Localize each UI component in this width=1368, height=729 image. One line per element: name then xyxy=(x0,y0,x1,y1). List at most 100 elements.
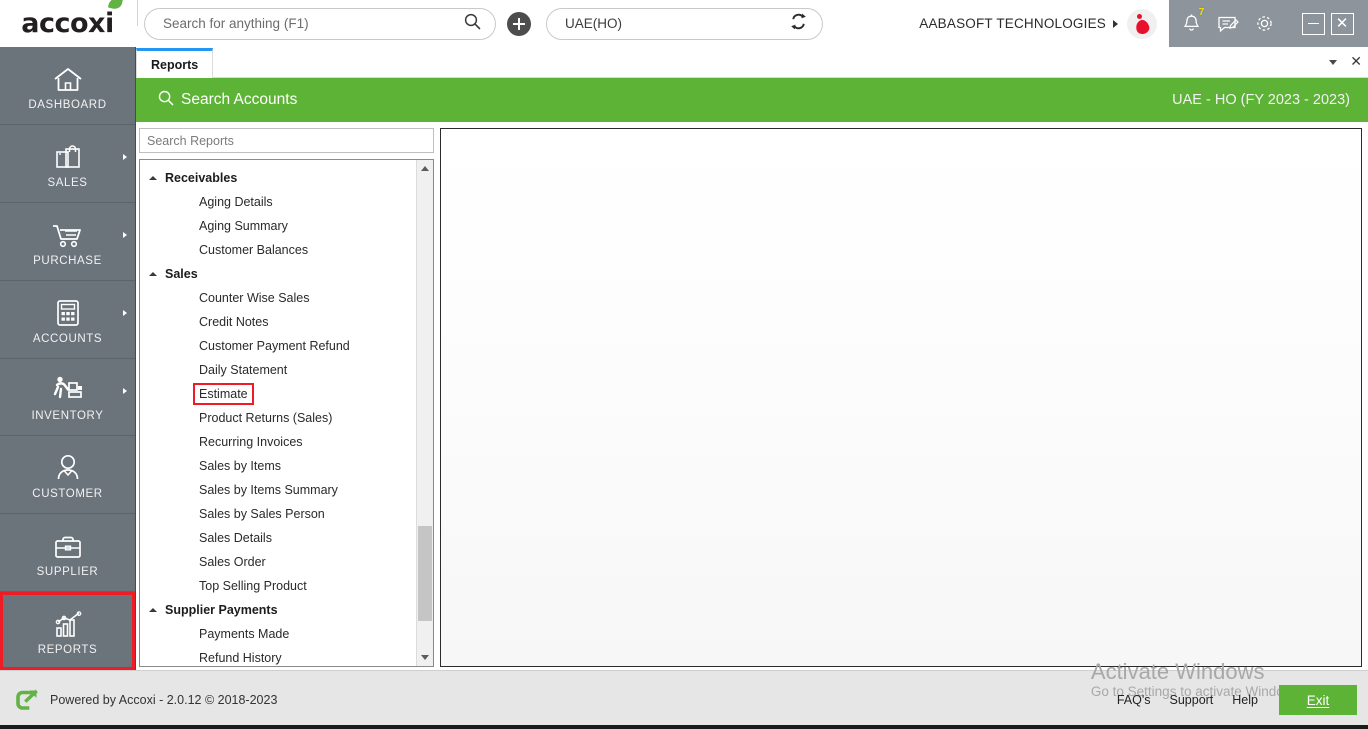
tree-item-sales-by-items[interactable]: Sales by Items xyxy=(140,454,416,478)
scrollbar-thumb[interactable] xyxy=(418,526,432,621)
avatar[interactable] xyxy=(1127,8,1157,39)
tree-group-label: Sales xyxy=(165,267,198,281)
tree-item-credit-notes[interactable]: Credit Notes xyxy=(140,310,416,334)
sidebar-item-purchase[interactable]: PURCHASE xyxy=(0,203,135,281)
tree-group-sales[interactable]: Sales xyxy=(140,262,416,286)
report-search-input[interactable] xyxy=(147,133,426,148)
search-icon[interactable] xyxy=(464,13,481,35)
tree-item-customer-balances[interactable]: Customer Balances xyxy=(140,238,416,262)
scroll-up-button[interactable] xyxy=(417,160,433,177)
tree-item-recurring-invoices[interactable]: Recurring Invoices xyxy=(140,430,416,454)
close-button[interactable]: ✕ xyxy=(1330,12,1354,35)
sidebar-label-supplier: SUPPLIER xyxy=(36,566,99,579)
logo-divider xyxy=(137,0,138,26)
sidebar-arrow-purchase xyxy=(123,232,127,239)
tree-item-estimate[interactable]: Estimate xyxy=(140,382,416,406)
sidebar-label-reports: REPORTS xyxy=(37,644,98,657)
logo-text: accoxi xyxy=(21,8,114,39)
sidebar-item-supplier[interactable]: SUPPLIER xyxy=(0,514,135,593)
tree-item-label: Sales Details xyxy=(199,531,272,545)
tree-item-counter-wise-sales[interactable]: Counter Wise Sales xyxy=(140,286,416,310)
add-new-button[interactable] xyxy=(507,11,531,36)
exit-button[interactable]: Exit xyxy=(1279,685,1357,715)
sidebar-arrow-accounts xyxy=(123,310,127,317)
sidebar-label-dashboard: DASHBOARD xyxy=(28,98,107,111)
footer-link-faqs[interactable]: FAQ's xyxy=(1117,693,1151,707)
tab-reports[interactable]: Reports xyxy=(136,48,214,78)
tree-item-sales-by-sales-person[interactable]: Sales by Sales Person xyxy=(140,502,416,526)
footer-links: FAQ's Support Help xyxy=(1117,693,1258,707)
global-search[interactable] xyxy=(144,7,496,40)
sidebar-item-sales[interactable]: SALES xyxy=(0,125,135,203)
reports-panel: Receivables Aging Details Aging Summary … xyxy=(139,128,434,670)
sidebar: DASHBOARD SALES PURCHASE ACCOUNTS INVENT… xyxy=(0,47,135,670)
chevron-down-icon[interactable] xyxy=(1329,59,1338,65)
accoxi-mark-icon xyxy=(14,687,40,713)
tree-item-product-returns-sales[interactable]: Product Returns (Sales) xyxy=(140,406,416,430)
tree-item-label: Sales Order xyxy=(199,555,266,569)
tree-item-label: Aging Details xyxy=(199,195,273,209)
minimize-button[interactable] xyxy=(1301,12,1325,35)
sidebar-item-dashboard[interactable]: DASHBOARD xyxy=(0,47,135,125)
home-icon xyxy=(52,60,84,94)
branch-value: UAE(HO) xyxy=(565,16,622,31)
report-tree-box: Receivables Aging Details Aging Summary … xyxy=(139,159,434,667)
tree-item-label: Product Returns (Sales) xyxy=(199,411,333,425)
tree-item-sales-order[interactable]: Sales Order xyxy=(140,550,416,574)
tree-item-label: Sales by Items Summary xyxy=(199,483,338,497)
branch-selector[interactable]: UAE(HO) xyxy=(546,7,823,40)
chevron-up-icon xyxy=(149,176,157,180)
tree-item-refund-history[interactable]: Refund History xyxy=(140,646,416,666)
scroll-down-button[interactable] xyxy=(417,649,433,666)
sync-icon[interactable] xyxy=(789,12,808,36)
tree-scrollbar[interactable] xyxy=(416,160,433,666)
tree-item-label: Payments Made xyxy=(199,627,290,641)
report-search[interactable] xyxy=(139,128,434,153)
sidebar-item-customer[interactable]: CUSTOMER xyxy=(0,436,135,515)
footer-link-help[interactable]: Help xyxy=(1232,693,1258,707)
tree-item-daily-statement[interactable]: Daily Statement xyxy=(140,358,416,382)
organization-menu[interactable]: AABASOFT TECHNOLOGIES xyxy=(919,0,1169,47)
tree-item-aging-summary[interactable]: Aging Summary xyxy=(140,214,416,238)
bell-icon[interactable]: 7 xyxy=(1177,7,1205,39)
tree-item-top-selling-product[interactable]: Top Selling Product xyxy=(140,574,416,598)
tree-item-aging-details[interactable]: Aging Details xyxy=(140,190,416,214)
feedback-icon[interactable] xyxy=(1214,9,1242,39)
sidebar-item-reports[interactable]: REPORTS xyxy=(0,592,135,670)
tree-item-label: Recurring Invoices xyxy=(199,435,303,449)
tree-item-sales-details[interactable]: Sales Details xyxy=(140,526,416,550)
scrollbar-track[interactable] xyxy=(417,177,433,649)
footer: Powered by Accoxi - 2.0.12 © 2018-2023 F… xyxy=(0,670,1368,729)
tree-item-sales-by-items-summary[interactable]: Sales by Items Summary xyxy=(140,478,416,502)
tree-group-receivables[interactable]: Receivables xyxy=(140,166,416,190)
work-area: Receivables Aging Details Aging Summary … xyxy=(136,122,1368,670)
company-fiscal-label: UAE - HO (FY 2023 - 2023) xyxy=(1172,92,1350,108)
tab-reports-label: Reports xyxy=(151,57,199,72)
chevron-up-icon xyxy=(149,608,157,612)
chevron-up-icon xyxy=(149,272,157,276)
tree-item-label: Daily Statement xyxy=(199,363,288,377)
avatar-drop-large xyxy=(1134,17,1151,36)
gear-icon[interactable] xyxy=(1251,9,1279,39)
cart-icon xyxy=(51,216,85,250)
footer-link-support[interactable]: Support xyxy=(1170,693,1214,707)
chart-icon xyxy=(52,605,84,639)
close-icon[interactable]: ✕ xyxy=(1350,55,1362,69)
tab-strip: Reports ✕ xyxy=(136,47,1368,78)
app-logo[interactable]: accoxi xyxy=(0,0,135,47)
tree-item-payments-made[interactable]: Payments Made xyxy=(140,622,416,646)
report-tree: Receivables Aging Details Aging Summary … xyxy=(140,160,416,666)
search-icon xyxy=(158,90,174,111)
search-input[interactable] xyxy=(163,16,464,31)
tree-group-supplier-payments[interactable]: Supplier Payments xyxy=(140,598,416,622)
exit-button-label: Exit xyxy=(1306,692,1330,708)
page-title: Search Accounts xyxy=(158,90,297,111)
tree-item-customer-payment-refund[interactable]: Customer Payment Refund xyxy=(140,334,416,358)
tab-strip-controls: ✕ xyxy=(1329,55,1362,69)
tree-group-label: Supplier Payments xyxy=(165,603,278,617)
application-window: accoxi UAE(HO) xyxy=(0,0,1368,729)
sidebar-arrow-inventory xyxy=(123,387,127,394)
sidebar-item-accounts[interactable]: ACCOUNTS xyxy=(0,281,135,359)
sidebar-item-inventory[interactable]: INVENTORY xyxy=(0,359,135,437)
